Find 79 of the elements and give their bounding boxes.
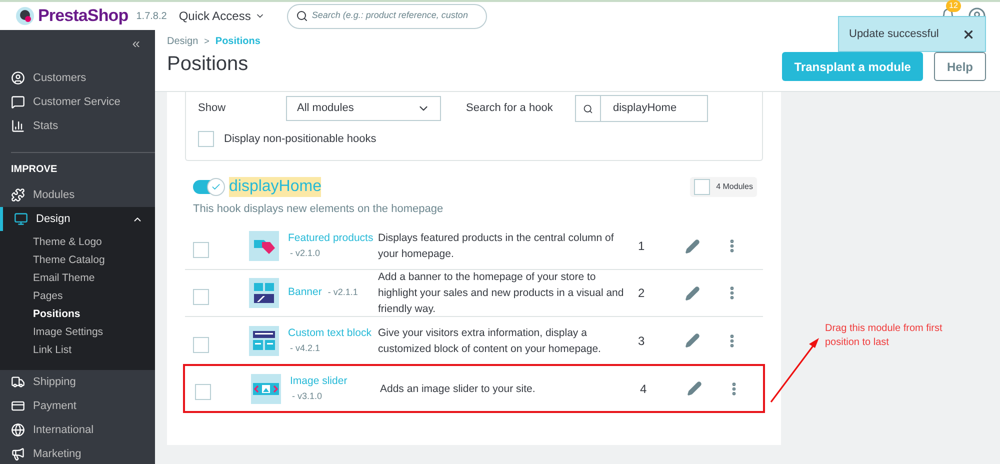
checkbox[interactable] <box>193 289 209 306</box>
module-description: Give your visitors extra information, display a customized block of content on your homepage. <box>378 326 602 356</box>
close-icon[interactable] <box>962 28 975 40</box>
module-version: - v2.1.1 <box>326 286 358 300</box>
checkbox[interactable] <box>198 131 214 148</box>
submenu-item[interactable]: Theme & Logo <box>0 234 155 252</box>
chat-icon <box>11 95 25 109</box>
module-description: Adds an image slider to your site. <box>380 382 536 396</box>
sidebar-item[interactable]: Design <box>0 207 155 231</box>
annotation-arrow <box>769 336 821 404</box>
module-version: - v2.1.0 <box>289 247 322 260</box>
checkbox[interactable] <box>193 337 209 354</box>
checkbox-label: Display non-positionable hooks <box>224 132 376 147</box>
toast-message: Update successful <box>849 26 939 42</box>
collapse-button[interactable]: « <box>132 36 140 50</box>
breadcrumb-separator: > <box>204 34 210 48</box>
globe-icon <box>11 423 25 437</box>
sidebar-item[interactable]: International <box>0 418 155 442</box>
submenu-item[interactable]: Email Theme <box>0 270 155 288</box>
position-number: 2 <box>638 285 646 302</box>
module-version: - v3.1.0 <box>291 390 324 403</box>
sidebar-item[interactable]: Marketing <box>0 442 155 464</box>
hook-name: displayHome <box>229 176 322 196</box>
position-number: 1 <box>638 238 646 255</box>
submenu-item[interactable]: Link List <box>0 342 155 360</box>
check-icon <box>211 182 221 192</box>
sidebar-item[interactable]: Payment <box>0 394 155 418</box>
edit-icon[interactable] <box>685 333 700 348</box>
checkbox[interactable] <box>195 384 211 400</box>
text-block-icon <box>249 326 279 356</box>
monitor-icon <box>14 212 28 226</box>
search-field[interactable]: Search (e.g.: product reference, custon <box>286 4 487 28</box>
submenu-item[interactable]: Image Settings <box>0 324 155 342</box>
hook-search-field[interactable]: displayHome <box>575 95 708 122</box>
card-icon <box>11 399 25 413</box>
sidebar-item[interactable]: Customers <box>0 66 155 90</box>
annotation-text: Drag this module from first position to last <box>825 322 944 350</box>
sidebar-item[interactable]: Customer Service <box>0 90 155 114</box>
select-all-box[interactable]: 4 Modules <box>690 176 757 196</box>
module-description: Displays featured products in the central column of your homepage. <box>378 231 615 262</box>
hook-description: This hook displays new elements on the homepage <box>192 202 444 216</box>
search-icon <box>296 10 308 22</box>
hook-toggle[interactable] <box>193 180 223 194</box>
banner-icon <box>249 278 279 308</box>
section-heading: IMPROVE <box>11 163 58 177</box>
position-number: 4 <box>640 380 648 398</box>
notification-badge: 12 <box>946 0 961 12</box>
sidebar-item[interactable]: Stats <box>0 114 155 138</box>
submenu-item[interactable]: Pages <box>0 288 155 306</box>
megaphone-icon <box>11 447 25 461</box>
submenu-item[interactable]: Positions <box>0 306 155 324</box>
module-description: Add a banner to the homepage of your store to highlight your sales and new products in a visual and friendly way. <box>378 270 625 317</box>
logo-icon <box>15 6 35 26</box>
breadcrumb-link[interactable]: Design <box>167 34 198 49</box>
edit-icon[interactable] <box>687 381 702 396</box>
help-button[interactable]: Help <box>934 52 986 81</box>
hook-search-label: Search for a hook <box>466 101 554 116</box>
chart-icon <box>11 119 25 133</box>
position-number: 3 <box>638 332 646 350</box>
image-slider-icon <box>251 374 281 404</box>
show-label: Show <box>198 101 227 116</box>
sidebar-item[interactable]: Modules <box>0 183 155 207</box>
sidebar-item[interactable]: Shipping <box>0 370 155 394</box>
module-version: - v4.2.1 <box>289 342 322 355</box>
version-label: 1.7.8.2 <box>136 10 167 24</box>
tags-icon <box>249 231 279 261</box>
submenu-item[interactable]: Theme Catalog <box>0 252 155 270</box>
search-icon <box>583 104 593 114</box>
page-title: Positions <box>167 52 250 77</box>
puzzle-icon <box>11 188 25 202</box>
quick-access-menu[interactable]: Quick Access <box>178 7 265 25</box>
user-icon <box>11 71 25 85</box>
checkbox[interactable] <box>694 178 710 194</box>
checkbox[interactable] <box>193 242 209 258</box>
brand-name: PrestaShop <box>38 5 128 28</box>
module-filter-select[interactable]: All modules <box>286 96 441 121</box>
edit-icon[interactable] <box>685 286 700 300</box>
truck-icon <box>11 375 25 389</box>
edit-icon[interactable] <box>685 238 700 254</box>
